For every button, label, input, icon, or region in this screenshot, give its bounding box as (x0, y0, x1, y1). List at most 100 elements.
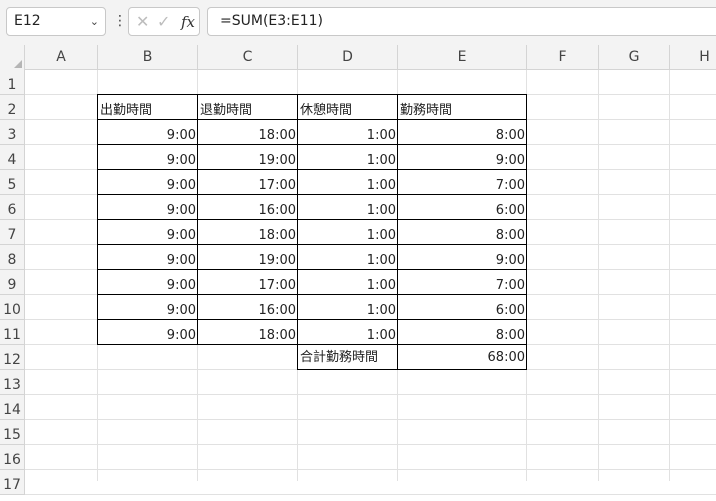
table-cell[interactable]: 1:00 (298, 295, 398, 320)
row-header-15[interactable]: 15 (0, 420, 25, 445)
header-cell[interactable]: 出勤時間 (98, 95, 198, 120)
gridline-horizontal (25, 494, 716, 495)
table-cell[interactable]: 16:00 (198, 195, 298, 220)
row-header-8[interactable]: 8 (0, 245, 25, 270)
header-cell[interactable]: 退勤時間 (198, 95, 298, 120)
table-cell[interactable]: 6:00 (398, 195, 527, 220)
table-border (97, 194, 527, 195)
table-border (297, 94, 298, 345)
table-cell[interactable]: 1:00 (298, 320, 398, 345)
table-cell[interactable]: 9:00 (398, 245, 527, 270)
column-header-f[interactable]: F (527, 45, 599, 70)
row-header-4[interactable]: 4 (0, 145, 25, 170)
table-border (97, 94, 527, 95)
table-cell[interactable]: 9:00 (398, 145, 527, 170)
row-header-5[interactable]: 5 (0, 170, 25, 195)
name-box[interactable]: E12 ⌄ (6, 7, 106, 36)
table-cell[interactable]: 8:00 (398, 120, 527, 145)
table-border (97, 319, 527, 320)
table-cell[interactable]: 18:00 (198, 220, 298, 245)
table-cell[interactable]: 9:00 (98, 245, 198, 270)
row-header-16[interactable]: 16 (0, 445, 25, 470)
table-cell[interactable]: 1:00 (298, 170, 398, 195)
table-cell[interactable]: 1:00 (298, 145, 398, 170)
table-border (97, 219, 527, 220)
table-cell[interactable]: 19:00 (198, 145, 298, 170)
formula-input[interactable]: =SUM(E3:E11) (207, 7, 716, 36)
table-border (97, 94, 98, 345)
gridline-horizontal (25, 444, 716, 445)
header-cell[interactable]: 休憩時間 (298, 95, 398, 120)
column-header-c[interactable]: C (198, 45, 298, 70)
more-options-icon[interactable]: ⋮ (113, 11, 127, 31)
row-header-12[interactable]: 12 (0, 345, 25, 370)
row-header-6[interactable]: 6 (0, 195, 25, 220)
table-border (526, 94, 527, 345)
table-cell[interactable]: 1:00 (298, 120, 398, 145)
table-cell[interactable]: 9:00 (98, 295, 198, 320)
row-header-14[interactable]: 14 (0, 395, 25, 420)
gridline-horizontal (25, 469, 716, 470)
row-header-9[interactable]: 9 (0, 270, 25, 295)
table-cell[interactable]: 9:00 (98, 220, 198, 245)
chevron-down-icon[interactable]: ⌄ (90, 8, 99, 35)
table-cell[interactable]: 18:00 (198, 120, 298, 145)
table-border (297, 369, 527, 370)
table-cell[interactable]: 8:00 (398, 320, 527, 345)
row-header-3[interactable]: 3 (0, 120, 25, 145)
table-cell[interactable]: 8:00 (398, 220, 527, 245)
insert-function-icon[interactable]: fx (181, 11, 195, 33)
formula-buttons: ✕ ✓ fx (128, 7, 200, 36)
table-cell[interactable]: 7:00 (398, 170, 527, 195)
row-header-2[interactable]: 2 (0, 95, 25, 120)
table-border (97, 294, 527, 295)
name-box-value: E12 (14, 13, 41, 29)
table-cell[interactable]: 9:00 (98, 320, 198, 345)
row-header-10[interactable]: 10 (0, 295, 25, 320)
table-cell[interactable]: 19:00 (198, 245, 298, 270)
table-cell[interactable]: 9:00 (98, 145, 198, 170)
table-border (97, 169, 527, 170)
column-header-e[interactable]: E (398, 45, 527, 70)
table-cell[interactable]: 9:00 (98, 270, 198, 295)
table-border (397, 344, 398, 370)
total-value-cell[interactable]: 68:00 (398, 345, 527, 370)
table-cell[interactable]: 18:00 (198, 320, 298, 345)
table-border (397, 94, 398, 345)
table-border (97, 344, 527, 345)
row-header-1[interactable]: 1 (0, 70, 25, 95)
row-header-17[interactable]: 17 (0, 470, 25, 495)
table-cell[interactable]: 7:00 (398, 270, 527, 295)
table-border (97, 269, 527, 270)
cancel-icon[interactable]: ✕ (136, 11, 149, 33)
table-cell[interactable]: 9:00 (98, 120, 198, 145)
confirm-icon[interactable]: ✓ (157, 11, 170, 33)
column-header-h[interactable]: H (670, 45, 716, 70)
row-header-11[interactable]: 11 (0, 320, 25, 345)
gridline-horizontal (25, 394, 716, 395)
row-header-13[interactable]: 13 (0, 370, 25, 395)
table-border (526, 344, 527, 370)
column-header-g[interactable]: G (599, 45, 670, 70)
row-header-7[interactable]: 7 (0, 220, 25, 245)
table-cell[interactable]: 1:00 (298, 220, 398, 245)
table-border (97, 244, 527, 245)
table-border (297, 344, 298, 370)
table-cell[interactable]: 1:00 (298, 245, 398, 270)
gridline-horizontal (25, 419, 716, 420)
table-cell[interactable]: 9:00 (98, 170, 198, 195)
header-cell[interactable]: 勤務時間 (398, 95, 527, 120)
total-label-cell[interactable]: 合計勤務時間 (298, 345, 398, 370)
column-header-b[interactable]: B (98, 45, 198, 70)
table-border (97, 144, 527, 145)
table-cell[interactable]: 1:00 (298, 270, 398, 295)
column-header-d[interactable]: D (298, 45, 398, 70)
table-cell[interactable]: 1:00 (298, 195, 398, 220)
select-all-button[interactable] (0, 45, 25, 70)
column-header-a[interactable]: A (25, 45, 98, 70)
table-cell[interactable]: 9:00 (98, 195, 198, 220)
table-cell[interactable]: 17:00 (198, 270, 298, 295)
table-cell[interactable]: 17:00 (198, 170, 298, 195)
table-cell[interactable]: 6:00 (398, 295, 527, 320)
table-cell[interactable]: 16:00 (198, 295, 298, 320)
